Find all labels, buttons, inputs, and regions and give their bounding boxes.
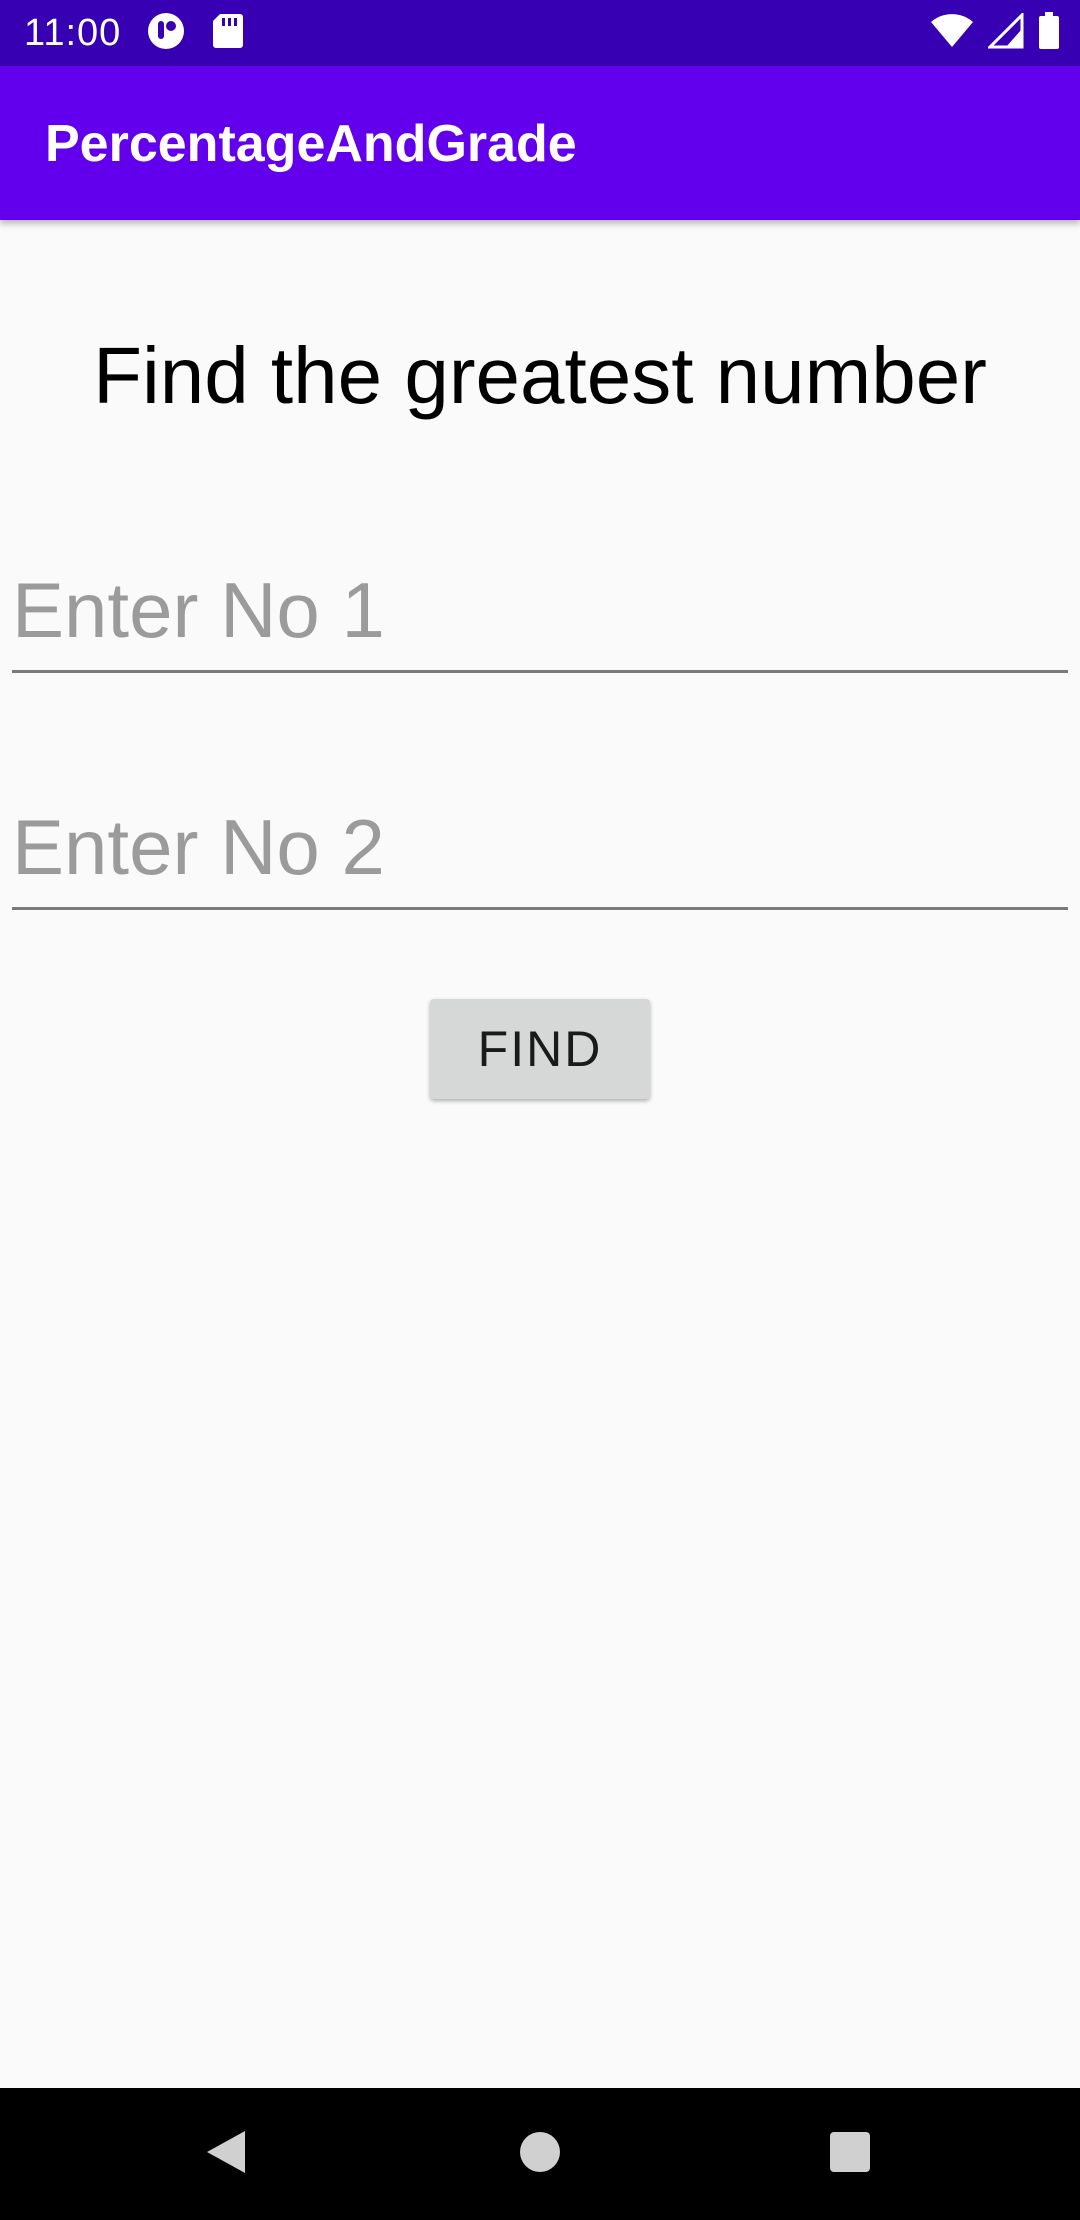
page-heading: Find the greatest number — [93, 331, 987, 420]
navigation-bar — [0, 2088, 1080, 2220]
status-right-icons — [930, 10, 1060, 55]
home-icon — [518, 2130, 562, 2179]
cell-signal-icon — [986, 10, 1024, 54]
home-button[interactable] — [504, 2118, 576, 2190]
recents-button[interactable] — [814, 2118, 886, 2190]
status-time: 11:00 — [24, 12, 122, 54]
status-bar: 11:00 — [0, 0, 1080, 66]
battery-icon — [1038, 11, 1060, 55]
main-content: Find the greatest number FIND — [0, 220, 1080, 2088]
wifi-icon — [930, 13, 974, 54]
number-2-input[interactable] — [12, 787, 1068, 910]
app-bar: PercentageAndGrade — [0, 66, 1080, 220]
back-button[interactable] — [190, 2118, 262, 2190]
sd-card-icon — [212, 12, 244, 55]
app-title: PercentageAndGrade — [45, 115, 577, 173]
find-button[interactable]: FIND — [430, 999, 650, 1099]
back-icon — [203, 2127, 249, 2182]
status-left-icons — [146, 12, 244, 54]
recents-icon — [829, 2131, 871, 2178]
app-notification-icon — [146, 11, 186, 56]
number-1-input[interactable] — [12, 550, 1068, 673]
